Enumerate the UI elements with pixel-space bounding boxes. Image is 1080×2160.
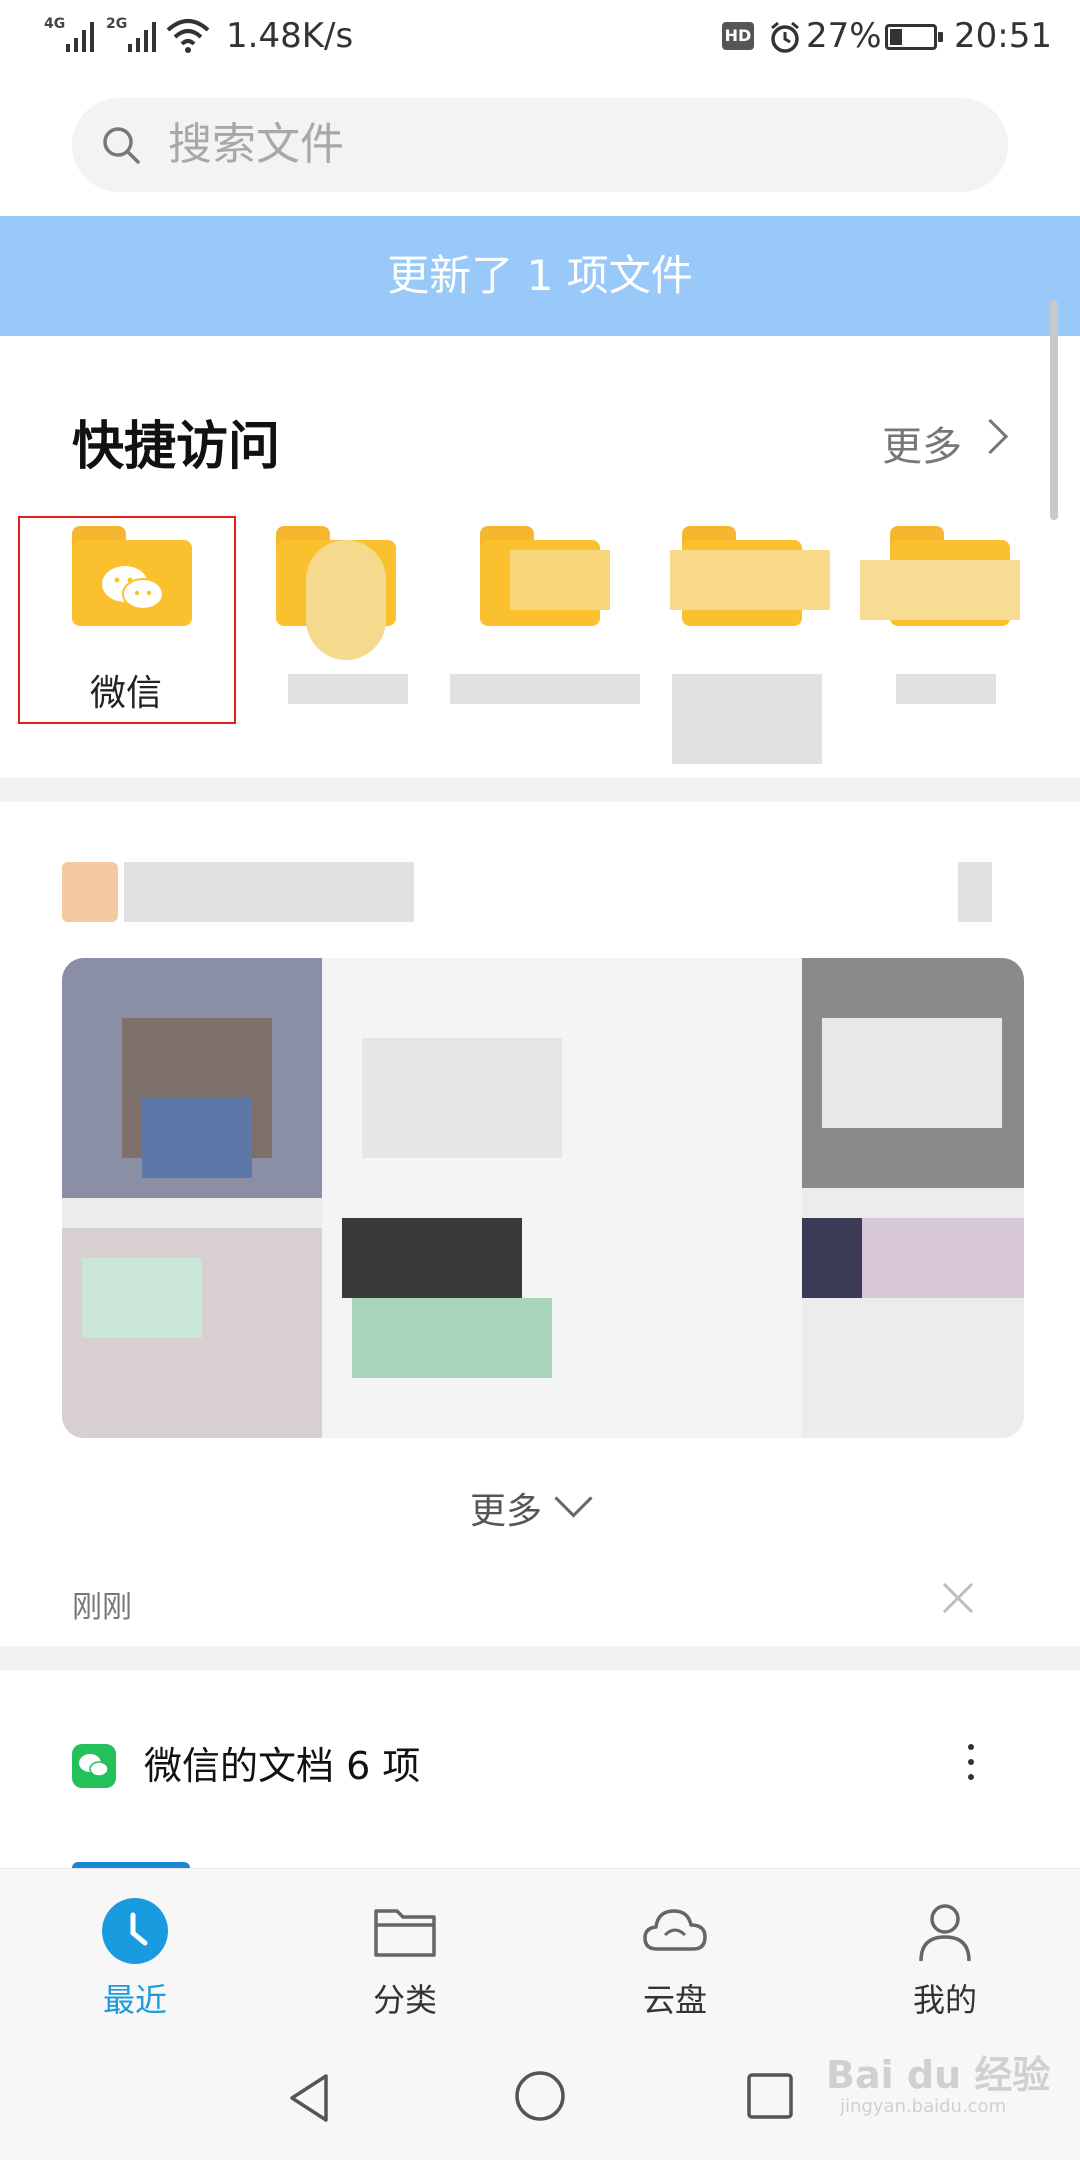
nav-item-me[interactable]: 我的 [810, 1869, 1080, 2041]
bottom-navigation: 最近 分类 云盘 我的 [0, 1868, 1080, 2041]
search-icon [103, 127, 140, 164]
status-bar: 4G 2G 1.48K/s HD 27% 20:51 [0, 0, 1080, 72]
update-banner: 更新了 1 项文件 [0, 216, 1080, 336]
more-options-icon[interactable] [968, 1744, 974, 1788]
network-type-2: 2G [106, 16, 128, 32]
wifi-icon [166, 19, 210, 53]
battery-icon [885, 24, 943, 50]
recent-time-label: 刚刚 [72, 1590, 132, 1625]
quick-access-label: 微信 [89, 673, 162, 714]
cell-signal-1-icon: 4G [44, 16, 94, 52]
close-icon[interactable] [940, 1580, 976, 1616]
scrollbar[interactable] [1050, 300, 1058, 520]
wechat-docs-title: 微信的文档 6 项 [144, 1744, 421, 1788]
update-banner-text: 更新了 1 项文件 [387, 251, 693, 300]
recents-icon[interactable] [746, 2072, 794, 2120]
person-icon [919, 1904, 971, 1962]
recent-item-title [124, 862, 414, 922]
nav-label: 分类 [372, 1981, 437, 2019]
clock-icon [102, 1898, 168, 1964]
section-divider [0, 778, 1080, 802]
quick-access-item[interactable] [266, 520, 446, 720]
battery-percent: 27% [806, 16, 882, 56]
chevron-down-icon [554, 1479, 593, 1518]
wechat-icon [72, 1744, 116, 1788]
cell-signal-2-icon: 2G [106, 16, 156, 52]
hd-badge: HD [722, 22, 754, 50]
folder-outline-icon [374, 1909, 436, 1957]
back-icon[interactable] [286, 2072, 332, 2124]
network-type-1: 4G [44, 16, 66, 32]
recent-item-meta [958, 862, 992, 922]
quick-access-item[interactable] [660, 520, 840, 764]
recent-image-thumbnail[interactable] [62, 958, 1024, 1438]
baidu-watermark: Bai du 经验 [826, 2053, 1051, 2097]
baidu-watermark-url: jingyan.baidu.com [840, 2096, 1007, 2117]
quick-access-item[interactable] [860, 520, 1040, 720]
recent-more-button[interactable]: 更多 [470, 1482, 542, 1534]
section-divider [0, 1646, 1080, 1670]
chevron-right-icon [972, 418, 1009, 455]
nav-item-recent[interactable]: 最近 [0, 1869, 270, 2041]
home-icon[interactable] [514, 2070, 566, 2122]
alarm-icon [771, 21, 799, 53]
quick-access-item-wechat[interactable]: 微信 [36, 520, 216, 720]
search-placeholder: 搜索文件 [168, 119, 344, 170]
nav-item-cloud[interactable]: 云盘 [540, 1869, 810, 2041]
network-speed: 1.48K/s [226, 16, 354, 56]
nav-item-category[interactable]: 分类 [270, 1869, 540, 2041]
quick-access-item[interactable] [450, 520, 640, 720]
quick-access-title: 快捷访问 [72, 417, 281, 477]
app-icon [62, 862, 118, 922]
quick-access-more-button[interactable]: 更多 [882, 414, 962, 472]
wechat-folder-icon [72, 526, 192, 626]
clock-time: 20:51 [954, 16, 1052, 56]
nav-label: 最近 [102, 1981, 167, 2019]
nav-label: 云盘 [642, 1981, 707, 2019]
nav-label: 我的 [912, 1981, 977, 2019]
search-bar[interactable]: 搜索文件 [72, 98, 1008, 192]
cloud-icon [643, 1909, 707, 1951]
